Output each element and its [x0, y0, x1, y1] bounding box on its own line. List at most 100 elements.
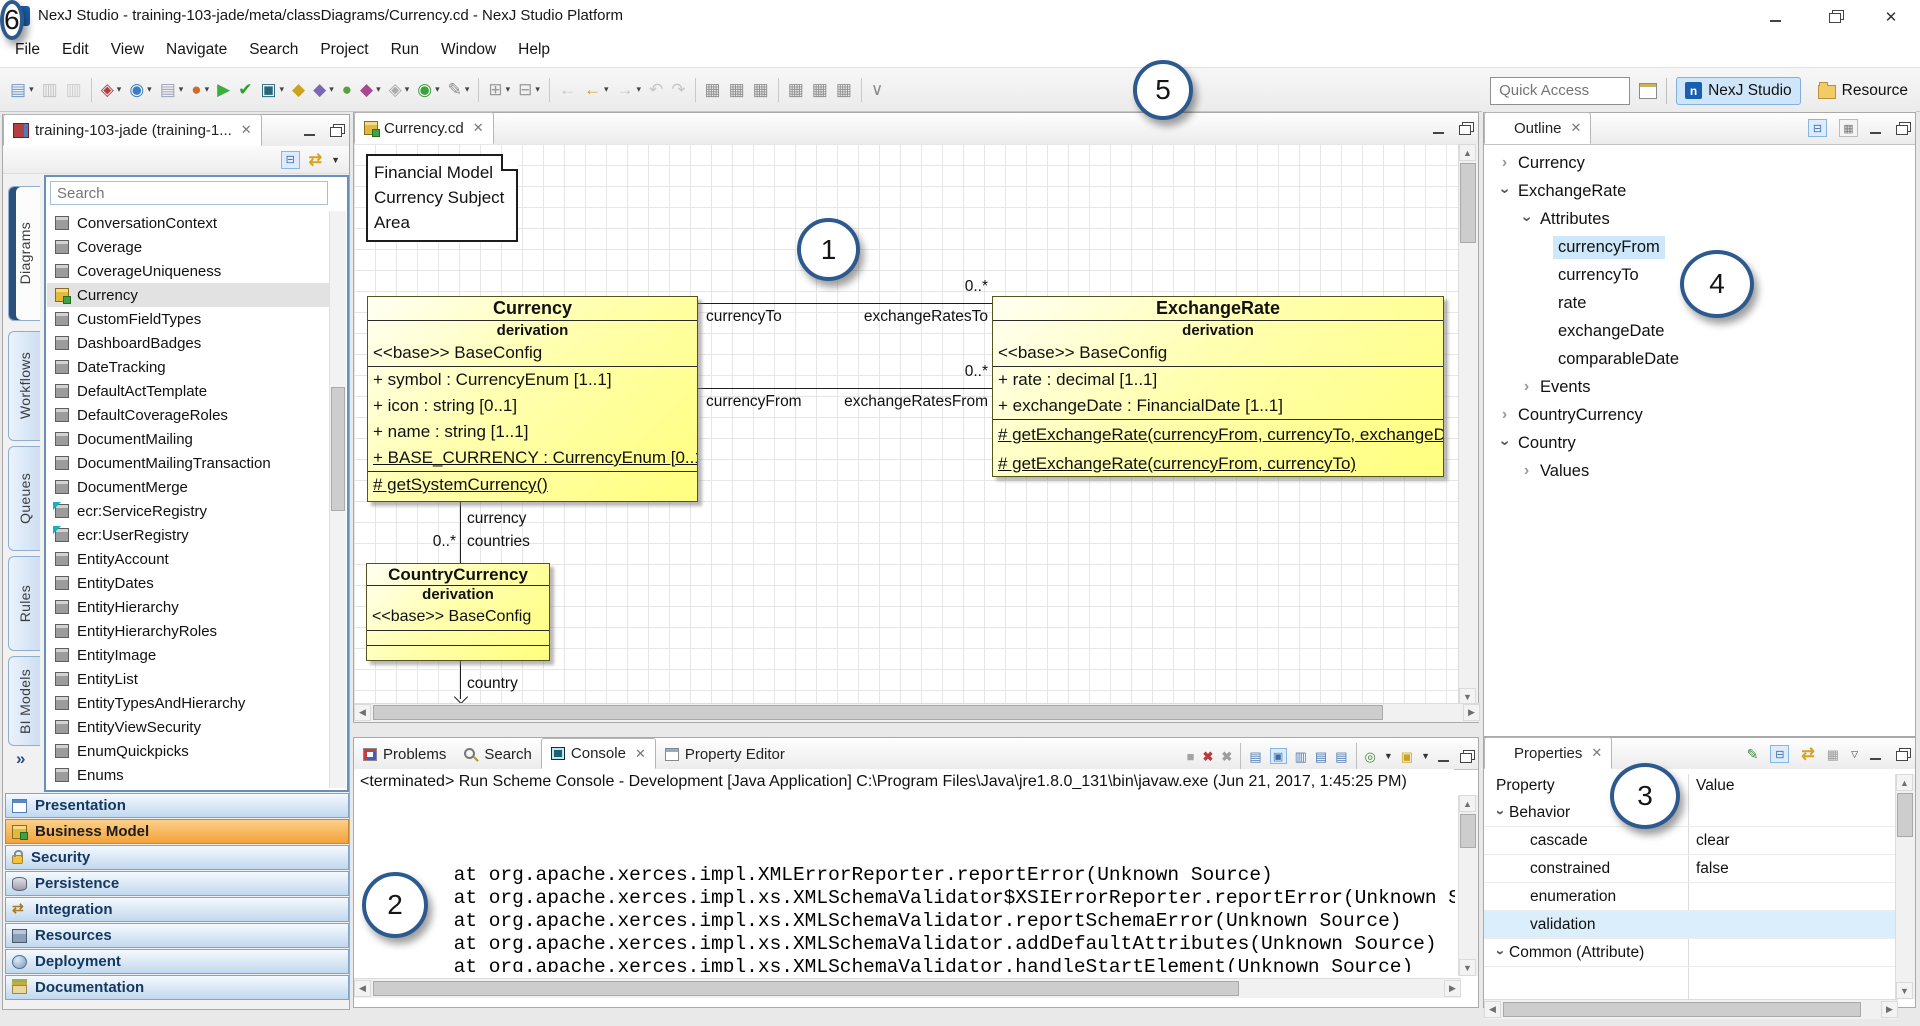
- list-item[interactable]: DocumentMailing: [47, 427, 330, 451]
- toolbar-button[interactable]: [695, 78, 696, 102]
- association-line[interactable]: [460, 502, 461, 563]
- uml-operation[interactable]: # getSystemCurrency(): [368, 472, 697, 498]
- section-header[interactable]: Presentation: [5, 793, 349, 818]
- tree-row[interactable]: ExchangeRate: [1484, 177, 1913, 205]
- dropdown-arrow-icon[interactable]: ▾: [465, 84, 470, 95]
- association-line[interactable]: [698, 303, 992, 304]
- side-tab-bi-models[interactable]: BI Models: [8, 656, 40, 746]
- outline-tab[interactable]: Outline ✕: [1484, 112, 1591, 144]
- property-row[interactable]: cascade clear: [1484, 827, 1896, 855]
- table-view-button[interactable]: ▦: [1839, 119, 1858, 137]
- scroll-right-icon[interactable]: ▶: [1463, 704, 1480, 721]
- toolbar-button[interactable]: ✔: [234, 76, 256, 104]
- scroll-left-icon[interactable]: ◀: [354, 704, 371, 721]
- scroll-down-icon[interactable]: ▼: [1896, 982, 1913, 999]
- new-property-icon[interactable]: ✎: [1747, 747, 1759, 761]
- toolbar-button[interactable]: ▦: [701, 76, 725, 104]
- list-item[interactable]: EntityHierarchy: [47, 595, 330, 619]
- side-tab-workflows[interactable]: Workflows: [8, 331, 40, 441]
- toolbar-button[interactable]: ∨: [867, 76, 887, 104]
- toolbar-button[interactable]: ⊞ ▾: [484, 76, 514, 104]
- association-line[interactable]: [698, 388, 992, 389]
- menu-item[interactable]: Project: [309, 41, 379, 59]
- menu-item[interactable]: Run: [380, 41, 430, 59]
- list-item[interactable]: Enums: [47, 763, 330, 787]
- close-icon[interactable]: ✕: [241, 122, 252, 138]
- minimize-view-icon[interactable]: [1870, 749, 1881, 760]
- word-wrap-icon[interactable]: ▥: [1295, 750, 1307, 763]
- toolbar-button[interactable]: ▤ ▾: [156, 76, 188, 104]
- minimize-button[interactable]: [1746, 0, 1804, 33]
- terminate-icon[interactable]: ■: [1187, 750, 1195, 763]
- expand-arrow-icon[interactable]: [1496, 434, 1513, 452]
- maximize-view-icon[interactable]: [1896, 751, 1908, 761]
- property-row[interactable]: constrained false: [1484, 855, 1896, 883]
- toolbar-button[interactable]: ◈ ▾: [385, 76, 414, 104]
- maximize-view-icon[interactable]: [1896, 125, 1908, 135]
- toolbar-button[interactable]: ◈ ▾: [97, 76, 126, 104]
- toolbar-button[interactable]: ↷: [667, 76, 689, 104]
- link-with-editor-icon[interactable]: ⇄: [309, 150, 322, 170]
- remove-launch-icon[interactable]: ✖: [1203, 750, 1214, 763]
- sort-icon[interactable]: ⇄: [1801, 744, 1814, 764]
- scrollbar-thumb[interactable]: [373, 705, 1383, 720]
- maximize-button[interactable]: [1804, 0, 1862, 33]
- list-item[interactable]: EntityTypesAndHierarchy: [47, 691, 330, 715]
- section-header[interactable]: Documentation: [5, 975, 349, 1000]
- dropdown-arrow-icon[interactable]: ▾: [636, 84, 641, 95]
- toolbar-button[interactable]: ▦: [784, 76, 808, 104]
- tree-view-button[interactable]: ⊟: [1808, 119, 1827, 137]
- list-item[interactable]: ConversationContext: [47, 211, 330, 235]
- pin-console-icon[interactable]: ◎: [1365, 750, 1376, 763]
- dropdown-arrow-icon[interactable]: ▾: [147, 84, 152, 95]
- properties-tab[interactable]: Properties ✕: [1484, 737, 1612, 769]
- expand-arrow-icon[interactable]: [1496, 182, 1513, 200]
- expand-arrow-icon[interactable]: [1492, 944, 1509, 961]
- property-row[interactable]: Common (Attribute): [1484, 939, 1896, 967]
- scroll-up-icon[interactable]: ▲: [1896, 774, 1913, 791]
- dropdown-arrow-icon[interactable]: ▾: [535, 84, 540, 95]
- toolbar-button[interactable]: ◉ ▾: [413, 76, 443, 104]
- section-header[interactable]: Integration: [5, 897, 349, 922]
- dropdown-arrow-icon[interactable]: ▾: [280, 84, 285, 95]
- toolbar-button[interactable]: ← ▾: [580, 76, 613, 104]
- maximize-view-icon[interactable]: [1459, 125, 1471, 135]
- list-item[interactable]: EntityList: [47, 667, 330, 691]
- scrollbar-thumb[interactable]: [1897, 793, 1913, 837]
- toolbar-button[interactable]: ▶: [213, 76, 234, 104]
- console-horizontal-scrollbar[interactable]: ◀ ▶: [354, 978, 1461, 998]
- scrollbar-thumb[interactable]: [1460, 814, 1476, 848]
- maximize-view-icon[interactable]: [1460, 753, 1472, 763]
- side-tab-queues[interactable]: Queues: [8, 446, 40, 551]
- toolbar-button[interactable]: ◆: [288, 76, 309, 104]
- list-item[interactable]: EntityViewSecurity: [47, 715, 330, 739]
- close-icon[interactable]: ✕: [1591, 745, 1602, 761]
- tree-mode-button[interactable]: ⊟: [281, 151, 300, 169]
- display-console-dropdown-icon[interactable]: ▼: [1384, 751, 1393, 761]
- uml-operation[interactable]: # getExchangeRate(currencyFrom, currency…: [993, 449, 1443, 477]
- close-button[interactable]: ✕: [1862, 0, 1920, 33]
- property-row[interactable]: Behavior: [1484, 799, 1896, 827]
- console-output[interactable]: at org.apache.xerces.impl.XMLErrorReport…: [360, 795, 1455, 972]
- list-item[interactable]: DocumentMerge: [47, 475, 330, 499]
- scroll-right-icon[interactable]: ▶: [1881, 1001, 1898, 1018]
- scroll-lock-icon[interactable]: ▣: [1270, 748, 1287, 764]
- console-tab[interactable]: Console ✕: [541, 738, 656, 769]
- uml-attribute[interactable]: + BASE_CURRENCY : CurrencyEnum [0..1]: [368, 445, 697, 471]
- toolbar-button[interactable]: ▦: [749, 76, 773, 104]
- diagram-note[interactable]: Financial Model Currency Subject Area: [366, 154, 518, 242]
- scroll-right-icon[interactable]: ▶: [1444, 980, 1461, 997]
- show-stdout-icon[interactable]: ▤: [1315, 750, 1327, 763]
- close-icon[interactable]: ✕: [1571, 120, 1582, 136]
- tree-row[interactable]: Country: [1484, 429, 1913, 457]
- show-stderr-icon[interactable]: ▤: [1335, 750, 1347, 763]
- minimize-view-icon[interactable]: [1870, 123, 1881, 134]
- view-menu-icon[interactable]: ▽: [1851, 749, 1858, 760]
- section-header[interactable]: Security: [5, 845, 349, 870]
- list-item[interactable]: Currency: [47, 283, 330, 307]
- tree-row[interactable]: comparableDate: [1484, 345, 1913, 373]
- properties-horizontal-scrollbar[interactable]: ◀ ▶: [1484, 999, 1898, 1019]
- menu-item[interactable]: View: [100, 41, 155, 59]
- section-header[interactable]: Persistence: [5, 871, 349, 896]
- uml-attribute[interactable]: + name : string [1..1]: [368, 419, 697, 445]
